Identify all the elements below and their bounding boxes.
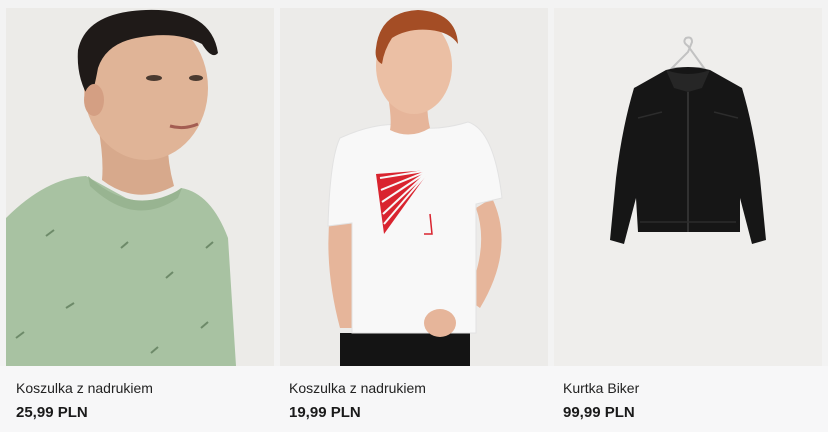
product-name[interactable]: Koszulka z nadrukiem (289, 380, 426, 396)
product-grid: Koszulka z nadrukiem 25,99 PLN Koszulka … (0, 0, 828, 432)
product-info: Koszulka z nadrukiem 25,99 PLN (0, 366, 276, 432)
product-image-white-tshirt[interactable] (280, 8, 548, 366)
product-info: Koszulka z nadrukiem 19,99 PLN (276, 366, 552, 432)
product-info: Kurtka Biker 99,99 PLN (552, 366, 828, 432)
product-price: 25,99 PLN (16, 404, 88, 421)
product-price: 99,99 PLN (563, 404, 635, 421)
product-name[interactable]: Kurtka Biker (563, 380, 639, 396)
product-card[interactable]: Kurtka Biker 99,99 PLN (552, 0, 828, 432)
product-image-green-tshirt[interactable] (6, 8, 274, 366)
product-price: 19,99 PLN (289, 404, 361, 421)
product-card[interactable]: Koszulka z nadrukiem 25,99 PLN (0, 0, 276, 432)
product-card[interactable]: Koszulka z nadrukiem 19,99 PLN (276, 0, 552, 432)
product-name[interactable]: Koszulka z nadrukiem (16, 380, 153, 396)
product-image-biker-jacket[interactable] (554, 8, 822, 366)
